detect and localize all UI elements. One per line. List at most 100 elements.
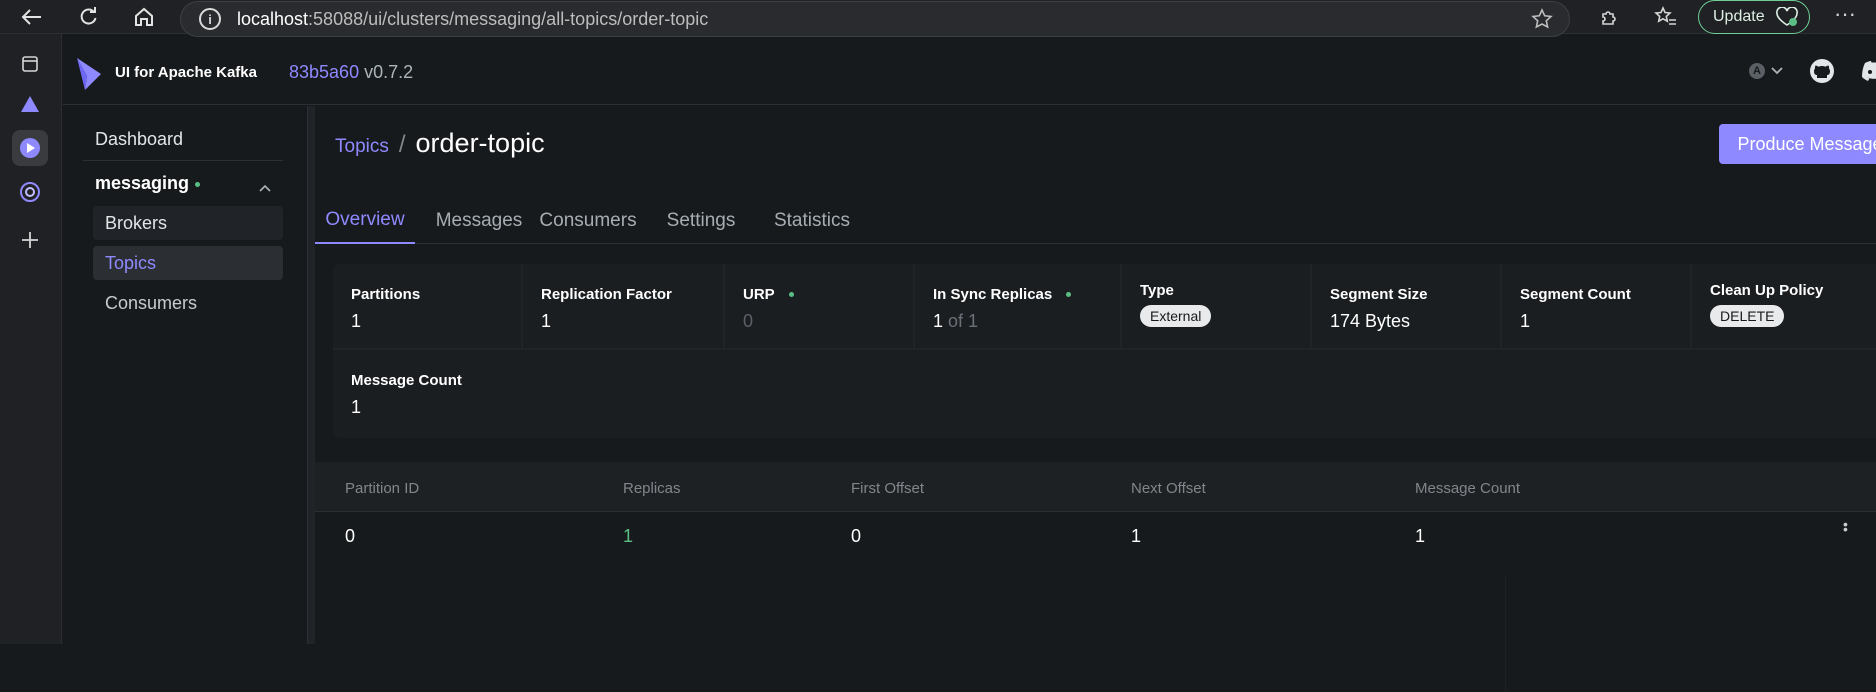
tab-statistics[interactable]: Statistics bbox=[757, 198, 867, 244]
cell-first-offset: 0 bbox=[851, 526, 862, 546]
metric-urp: URP 0 bbox=[725, 264, 913, 348]
nav-topics[interactable]: Topics bbox=[93, 246, 283, 280]
cluster-online-indicator bbox=[195, 181, 201, 187]
github-icon[interactable] bbox=[1809, 58, 1835, 84]
column-header-first-offset[interactable]: First Offset bbox=[851, 480, 924, 497]
nav-cluster-messaging[interactable]: messaging bbox=[83, 166, 283, 200]
metric-partitions: Partitions 1 bbox=[333, 264, 521, 348]
topic-metrics: Partitions 1 Replication Factor 1 URP 0 … bbox=[333, 264, 1876, 438]
produce-message-button[interactable]: Produce Message bbox=[1719, 124, 1876, 164]
metric-value: 174 Bytes bbox=[1330, 311, 1411, 331]
column-header-partition-id[interactable]: Partition ID bbox=[345, 480, 419, 497]
tab-consumers[interactable]: Consumers bbox=[533, 198, 643, 244]
cell-replicas: 1 bbox=[623, 526, 634, 546]
nav-brokers[interactable]: Brokers bbox=[93, 206, 283, 240]
breadcrumb-topics-link[interactable]: Topics bbox=[335, 136, 389, 158]
cell-message-count: 1 bbox=[1415, 526, 1426, 546]
metric-value: 1 bbox=[351, 397, 362, 417]
address-bar[interactable]: i localhost:58088/ui/clusters/messaging/… bbox=[180, 1, 1570, 37]
cell-partition-id: 0 bbox=[345, 526, 356, 546]
metric-value: 1 bbox=[1520, 311, 1531, 331]
cluster-name: messaging bbox=[95, 172, 190, 193]
app-navigation: Dashboard messaging Brokers Topics Consu… bbox=[63, 106, 315, 644]
version-label: v0.7.2 bbox=[364, 62, 414, 82]
topic-tabs: Overview Messages Consumers Settings Sta… bbox=[315, 198, 1876, 244]
status-ok-indicator bbox=[1066, 292, 1072, 297]
nav-resize-handle[interactable] bbox=[308, 106, 315, 644]
discord-icon[interactable] bbox=[1861, 60, 1876, 82]
metric-cleanup-policy: Clean Up Policy DELETE bbox=[1692, 264, 1876, 348]
metric-label: Replication Factor bbox=[541, 286, 672, 303]
browser-sidebar bbox=[0, 34, 62, 644]
metric-segment-count: Segment Count 1 bbox=[1502, 264, 1690, 348]
metric-segment-size: Segment Size 174 Bytes bbox=[1312, 264, 1500, 348]
column-header-replicas[interactable]: Replicas bbox=[623, 480, 681, 497]
avatar: A bbox=[1749, 63, 1765, 79]
home-icon[interactable] bbox=[130, 4, 158, 30]
metric-label: Message Count bbox=[351, 372, 462, 389]
metric-value: 1 bbox=[351, 311, 362, 331]
tab-overview[interactable]: Overview bbox=[315, 198, 415, 244]
nav-dashboard[interactable]: Dashboard bbox=[83, 122, 283, 156]
cleanup-policy-badge: DELETE bbox=[1710, 305, 1785, 327]
metric-value: 1 bbox=[541, 311, 552, 331]
add-icon[interactable] bbox=[12, 222, 48, 258]
status-ok-indicator bbox=[788, 292, 794, 297]
row-actions-icon[interactable]: • • bbox=[1843, 517, 1848, 536]
reload-icon[interactable] bbox=[74, 4, 102, 30]
tab-actions-icon[interactable] bbox=[12, 46, 48, 82]
metric-label: Partitions bbox=[351, 286, 421, 303]
header-actions: A bbox=[1749, 58, 1876, 84]
kafka-ui-logo bbox=[77, 58, 101, 90]
brand-name: UI for Apache Kafka bbox=[115, 64, 257, 81]
type-badge: External bbox=[1140, 305, 1212, 327]
favorite-star-icon[interactable] bbox=[1531, 8, 1553, 35]
commit-hash-link[interactable]: 83b5a60 bbox=[289, 62, 359, 82]
user-menu[interactable]: A bbox=[1749, 63, 1783, 79]
update-button[interactable]: Update bbox=[1698, 0, 1810, 34]
table-header: Partition ID Replicas First Offset Next … bbox=[315, 462, 1876, 512]
metric-replication-factor: Replication Factor 1 bbox=[523, 264, 723, 348]
site-info-icon[interactable]: i bbox=[199, 8, 221, 30]
chevron-down-icon bbox=[1771, 67, 1783, 75]
breadcrumb: Topics / order-topic bbox=[335, 128, 545, 159]
metric-label: In Sync Replicas bbox=[933, 286, 1120, 303]
chevron-up-icon[interactable] bbox=[259, 176, 271, 197]
kafka-ui-app: UI for Apache Kafka 83b5a60 v0.7.2 A Das… bbox=[63, 42, 1876, 692]
back-icon[interactable] bbox=[18, 4, 46, 30]
page-title: order-topic bbox=[415, 128, 545, 158]
metric-value: 1 of 1 bbox=[933, 311, 979, 331]
metric-type: Type External bbox=[1122, 264, 1310, 348]
favorites-icon[interactable] bbox=[1652, 4, 1680, 30]
metric-label: Segment Count bbox=[1520, 286, 1631, 303]
heartbeat-icon bbox=[1775, 7, 1799, 27]
tab-messages[interactable]: Messages bbox=[429, 198, 529, 244]
tab-settings[interactable]: Settings bbox=[651, 198, 751, 244]
metric-label: Type bbox=[1140, 282, 1174, 299]
extensions-icon[interactable] bbox=[1596, 4, 1624, 30]
app-triangle-icon[interactable] bbox=[12, 86, 48, 122]
metric-message-count: Message Count 1 bbox=[333, 350, 1876, 438]
nav-divider bbox=[83, 160, 283, 161]
update-label: Update bbox=[1713, 8, 1765, 25]
nav-consumers[interactable]: Consumers bbox=[93, 286, 283, 320]
spiral-app-icon[interactable] bbox=[12, 174, 48, 210]
metric-label: Clean Up Policy bbox=[1710, 282, 1824, 299]
browser-menu-icon[interactable]: ··· bbox=[1830, 3, 1860, 30]
column-header-message-count[interactable]: Message Count bbox=[1415, 480, 1520, 497]
url-text: localhost:58088/ui/clusters/messaging/al… bbox=[237, 8, 709, 29]
metric-in-sync-replicas: In Sync Replicas 1 of 1 bbox=[915, 264, 1120, 348]
breadcrumb-separator: / bbox=[398, 131, 406, 158]
browser-toolbar: i localhost:58088/ui/clusters/messaging/… bbox=[0, 0, 1876, 37]
kafka-app-icon[interactable] bbox=[12, 130, 48, 166]
metric-value: 0 bbox=[743, 311, 754, 331]
metric-label: URP bbox=[743, 286, 913, 303]
partitions-table: Partition ID Replicas First Offset Next … bbox=[315, 462, 1876, 692]
app-header: UI for Apache Kafka 83b5a60 v0.7.2 A bbox=[63, 42, 1876, 105]
column-divider bbox=[1505, 576, 1506, 692]
table-row[interactable]: 0 1 0 1 1 • • bbox=[315, 512, 1876, 560]
column-header-next-offset[interactable]: Next Offset bbox=[1131, 480, 1206, 497]
metric-label: Segment Size bbox=[1330, 286, 1428, 303]
cell-next-offset: 1 bbox=[1131, 526, 1142, 546]
version-info: 83b5a60 v0.7.2 bbox=[289, 62, 413, 83]
